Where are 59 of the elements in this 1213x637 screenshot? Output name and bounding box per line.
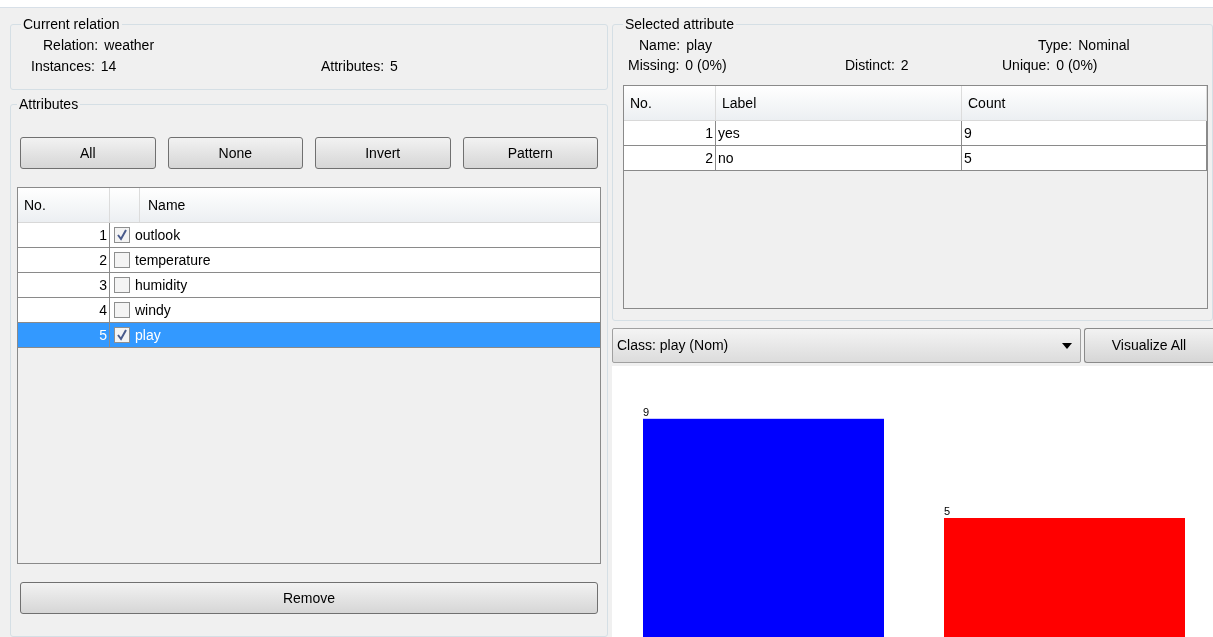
table-cell: 4 (18, 298, 110, 322)
bar-value-label: 9 (643, 405, 650, 418)
unique-value: 0 (0%) (1056, 56, 1098, 75)
type-value: Nominal (1078, 36, 1130, 55)
table-row[interactable]: 3 humidity (18, 273, 600, 298)
checkbox[interactable] (114, 302, 130, 318)
table-cell: 1 (624, 121, 716, 145)
table-cell: no (716, 146, 962, 170)
table-cell-text: outlook (134, 226, 182, 245)
group-title: Attributes (18, 95, 80, 114)
unique-label: Unique: (1002, 56, 1051, 75)
visualize-all-button[interactable]: Visualize All (1084, 328, 1213, 363)
class-dropdown[interactable]: Class: play (Nom) (612, 328, 1081, 363)
checkbox[interactable] (114, 252, 130, 268)
table-cell-text: windy (134, 301, 172, 320)
group-title: Selected attribute (624, 15, 735, 34)
missing-label: Missing: (628, 56, 680, 75)
distinct-value: 2 (900, 56, 909, 75)
table-cell: 5 (18, 323, 110, 347)
caret-icon (1062, 342, 1072, 349)
table-cell: 1 (18, 223, 110, 247)
group-title: Current relation (22, 15, 121, 34)
pattern-button[interactable]: Pattern (462, 137, 598, 169)
column-header: No. (18, 188, 110, 222)
table-cell-text: play (134, 326, 162, 345)
table-cell-text: temperature (134, 251, 212, 270)
relation-value: weather (104, 36, 156, 55)
checkbox[interactable] (114, 327, 130, 343)
column-header: Label (716, 86, 962, 120)
instances-value: 14 (100, 57, 117, 76)
table-cell-text: humidity (134, 276, 189, 295)
all-button[interactable]: All (20, 137, 156, 169)
type-label: Type: (1038, 36, 1073, 55)
attributes-value: 5 (390, 57, 398, 76)
checkbox[interactable] (114, 227, 130, 243)
checkbox[interactable] (114, 277, 130, 293)
remove-button[interactable]: Remove (20, 582, 598, 614)
missing-value: 0 (0%) (685, 56, 727, 75)
table-row[interactable]: 2 temperature (18, 248, 600, 273)
instances-label: Instances: (30, 57, 95, 76)
relation-label: Relation: (42, 36, 99, 55)
column-header: Name (147, 195, 187, 215)
table-cell: yes (716, 121, 962, 145)
column-header: No. (624, 86, 716, 120)
name-value: play (686, 36, 712, 55)
table-cell: 9 (962, 121, 1207, 145)
column-header: Count (962, 86, 1207, 120)
table-cell: 2 (624, 146, 716, 170)
table-row[interactable]: 4 windy (18, 298, 600, 323)
table-row[interactable]: 1 outlook (18, 223, 600, 248)
invert-button[interactable]: Invert (315, 137, 451, 169)
distinct-label: Distinct: (845, 56, 895, 75)
table-cell: 3 (18, 273, 110, 297)
attributes-label: Attributes: (321, 57, 385, 76)
bar-value-label: 5 (944, 505, 951, 517)
name-label: Name: (639, 36, 681, 55)
table-cell: 2 (18, 248, 110, 272)
table-cell: 5 (962, 146, 1207, 170)
none-button[interactable]: None (167, 137, 303, 169)
